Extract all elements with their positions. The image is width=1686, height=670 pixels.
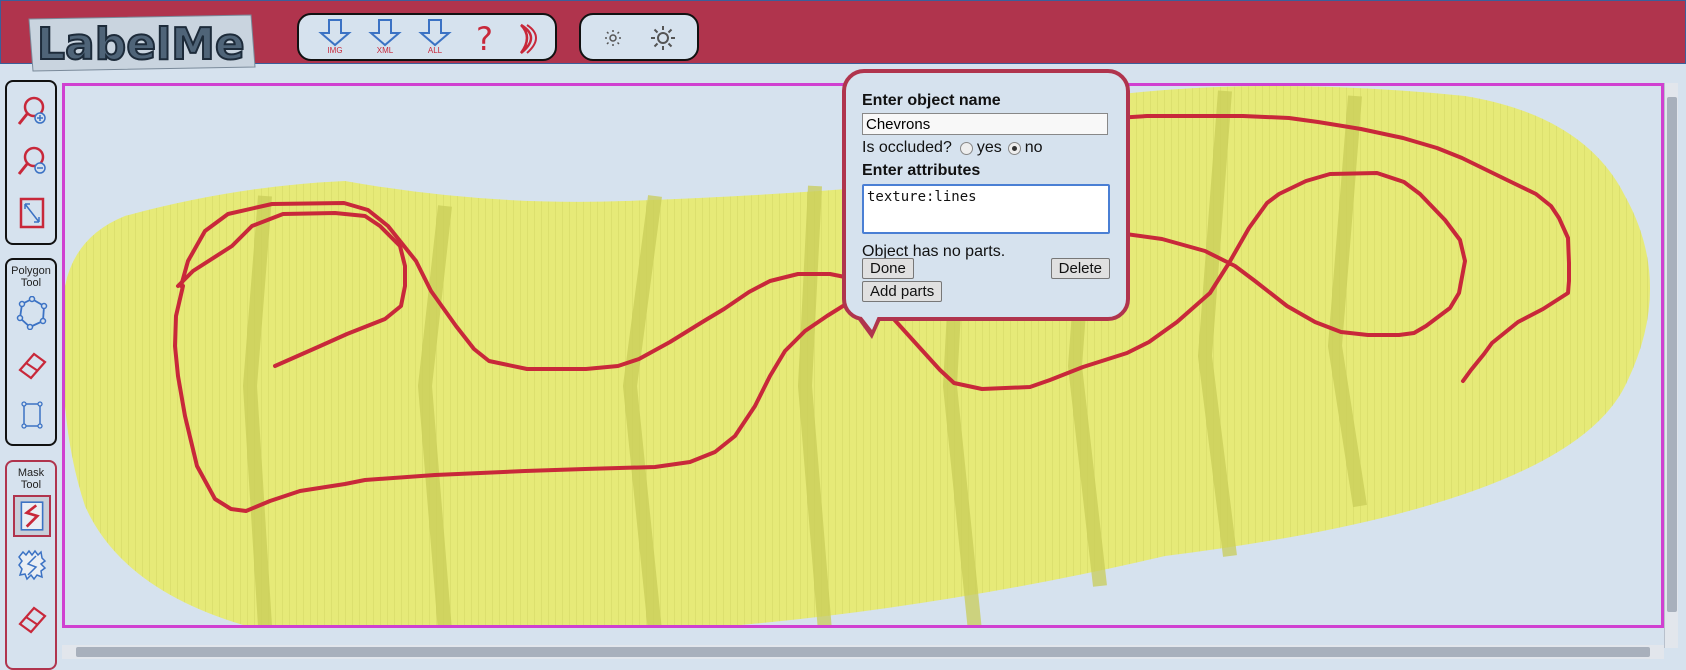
mask-tool-label-2: Tool	[20, 479, 42, 491]
attributes-textarea[interactable]: texture:lines	[862, 184, 1110, 234]
download-image-button[interactable]: IMG	[313, 17, 357, 59]
polygon-tool-label-1: Polygon	[11, 265, 51, 277]
logo-text: LabelMe	[37, 19, 245, 70]
fit-to-screen-button[interactable]	[16, 196, 48, 230]
polygon-tool-panel: Polygon Tool	[5, 258, 57, 446]
eraser-icon	[18, 606, 47, 634]
download-all-label: ALL	[427, 46, 443, 55]
mask-eraser-button[interactable]	[16, 602, 48, 636]
bounding-box-button[interactable]	[16, 398, 48, 432]
object-name-popup: Enter object name Is occluded? yes no En…	[842, 69, 1130, 321]
down-arrow-icon	[418, 19, 452, 47]
mask-region-icon	[18, 549, 47, 581]
popup-pointer-inner	[861, 316, 878, 330]
brightness-down-button[interactable]	[591, 17, 635, 59]
labelme-logo[interactable]: LabelMe	[25, 11, 257, 73]
top-bar: LabelMe IMG XML ALL ?	[0, 0, 1686, 72]
mask-region-button[interactable]	[16, 548, 48, 582]
download-image-label: IMG	[327, 46, 343, 55]
help-button[interactable]: ?	[463, 17, 507, 59]
eraser-icon	[18, 352, 47, 380]
large-sun-icon	[651, 26, 675, 50]
occluded-yes-radio[interactable]	[959, 141, 973, 155]
brightness-up-button[interactable]	[641, 17, 685, 59]
download-xml-button[interactable]: XML	[363, 17, 407, 59]
occluded-yes-label: yes	[976, 139, 1002, 156]
polygon-tool-label-2: Tool	[20, 277, 42, 289]
question-mark-icon: ?	[476, 20, 493, 58]
fit-screen-icon	[19, 197, 45, 229]
horizontal-scrollbar[interactable]	[62, 645, 1664, 659]
done-button[interactable]: Done	[862, 258, 914, 279]
download-xml-label: XML	[376, 46, 394, 55]
attributes-title: Enter attributes	[862, 162, 981, 179]
occluded-no-label: no	[1024, 139, 1043, 156]
zoom-tool-panel	[5, 80, 57, 245]
svg-text:?: ?	[476, 20, 493, 58]
occluded-question: Is occluded?	[862, 139, 952, 156]
delete-button[interactable]: Delete	[1050, 258, 1110, 279]
down-arrow-icon	[318, 19, 352, 47]
small-sun-icon	[605, 30, 621, 46]
vertical-scroll-thumb[interactable]	[1667, 97, 1677, 612]
polygon-icon	[16, 295, 48, 331]
next-image-button[interactable]	[507, 17, 551, 59]
horizontal-scroll-thumb[interactable]	[76, 647, 1650, 657]
download-all-button[interactable]: ALL	[413, 17, 457, 59]
mask-brush-button[interactable]	[13, 495, 51, 537]
polygon-eraser-button[interactable]	[16, 348, 48, 382]
add-parts-button[interactable]: Add parts	[862, 281, 943, 302]
vertical-scrollbar[interactable]	[1664, 83, 1678, 648]
brightness-toolbar	[579, 13, 699, 61]
occluded-no-radio[interactable]	[1007, 141, 1021, 155]
mask-tool-panel: Mask Tool	[5, 460, 57, 670]
mask-brush-icon	[20, 501, 44, 531]
zoom-in-button[interactable]	[16, 94, 48, 128]
zoom-in-icon	[17, 96, 46, 125]
object-name-title: Enter object name	[862, 92, 1001, 109]
crescent-arrow-icon	[519, 23, 537, 54]
object-name-input[interactable]	[862, 113, 1108, 135]
zoom-out-icon	[17, 146, 46, 175]
occluded-row: Is occluded? yes no	[862, 138, 1110, 158]
bounding-box-icon	[21, 401, 43, 429]
down-arrow-icon	[368, 19, 402, 47]
file-toolbar: IMG XML ALL ?	[297, 13, 557, 61]
polygon-tool-button[interactable]	[16, 295, 48, 331]
mask-tool-label-1: Mask	[17, 467, 45, 479]
zoom-out-button[interactable]	[16, 144, 48, 178]
